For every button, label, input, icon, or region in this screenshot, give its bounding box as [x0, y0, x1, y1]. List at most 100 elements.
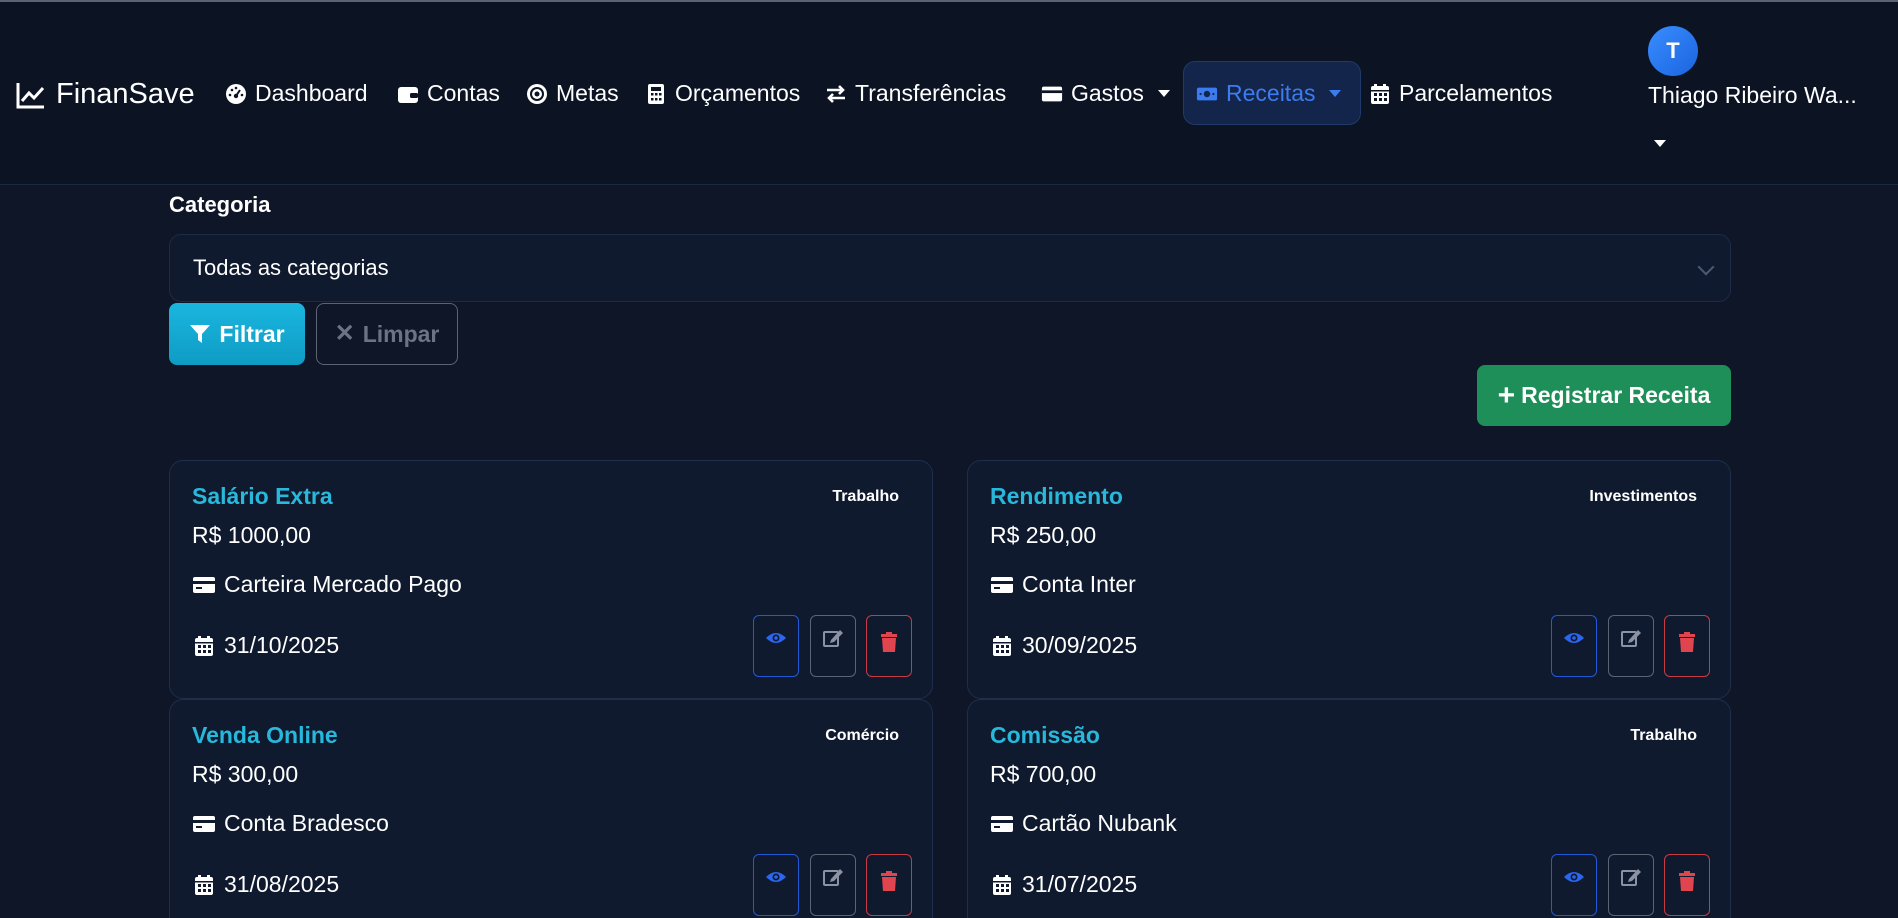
register-income-button[interactable]: + Registrar Receita [1477, 365, 1731, 426]
close-icon: ✕ [334, 320, 355, 347]
money-bill-icon [1196, 87, 1218, 100]
trash-icon [1679, 871, 1695, 891]
brand[interactable]: FinanSave [16, 78, 195, 111]
income-amount: R$ 250,00 [990, 522, 1097, 548]
date-value: 31/10/2025 [224, 632, 340, 658]
trash-icon [881, 632, 897, 652]
date-value: 30/09/2025 [1022, 632, 1138, 658]
filter-icon [190, 325, 211, 343]
delete-button[interactable] [866, 854, 912, 916]
register-button-label: Registrar Receita [1521, 382, 1711, 408]
income-title: Rendimento [990, 483, 1123, 509]
exchange-icon [827, 84, 845, 103]
category-badge: Investimentos [1589, 488, 1697, 505]
income-date: 30/09/2025 [990, 632, 1137, 659]
income-amount: R$ 700,00 [990, 761, 1097, 787]
nav-receitas[interactable]: Receitas [1196, 80, 1342, 107]
edit-icon [823, 630, 843, 647]
view-button[interactable] [1551, 854, 1597, 916]
calendar-icon [993, 874, 1011, 895]
income-amount: R$ 1000,00 [192, 522, 311, 548]
nav-gastos[interactable]: Gastos [1041, 80, 1170, 107]
date-value: 31/07/2025 [1022, 871, 1138, 897]
nav-label: Contas [427, 80, 500, 106]
nav-parcelamentos[interactable]: Parcelamentos [1369, 80, 1552, 107]
nav-label: Transferências [855, 80, 1007, 106]
target-icon [527, 83, 547, 104]
nav-label: Parcelamentos [1399, 80, 1553, 106]
category-badge: Comércio [825, 727, 899, 744]
nav-transferencias[interactable]: Transferências [825, 80, 1006, 107]
nav-label: Metas [556, 80, 619, 106]
account-name: Carteira Mercado Pago [224, 571, 462, 597]
chart-line-icon [16, 82, 45, 108]
clear-button[interactable]: ✕ Limpar [316, 303, 458, 365]
nav-label: Receitas [1226, 80, 1316, 106]
user-name[interactable]: Thiago Ribeiro Wa... [1648, 82, 1878, 109]
eye-icon [766, 872, 786, 882]
calendar-icon [195, 874, 213, 895]
category-badge: Trabalho [832, 488, 899, 505]
calendar-icon [993, 635, 1011, 656]
eye-icon [766, 633, 786, 643]
user-menu-toggle[interactable] [1654, 140, 1666, 147]
edit-icon [823, 869, 843, 886]
avatar[interactable]: T [1648, 26, 1698, 76]
view-button[interactable] [753, 854, 799, 916]
credit-card-icon [193, 815, 215, 832]
nav-label: Gastos [1071, 80, 1144, 106]
edit-icon [1621, 630, 1641, 647]
income-title: Comissão [990, 722, 1100, 748]
chevron-down-icon [1157, 90, 1170, 97]
plus-icon: + [1497, 378, 1516, 412]
delete-button[interactable] [866, 615, 912, 677]
edit-button[interactable] [1608, 615, 1654, 677]
brand-name: FinanSave [56, 78, 195, 110]
edit-button[interactable] [1608, 854, 1654, 916]
delete-button[interactable] [1664, 854, 1710, 916]
edit-icon [1621, 869, 1641, 886]
view-button[interactable] [753, 615, 799, 677]
wallet-icon [398, 86, 418, 103]
account-name: Conta Inter [1022, 571, 1136, 597]
chevron-down-icon [1697, 258, 1715, 276]
delete-button[interactable] [1664, 615, 1710, 677]
clear-button-label: Limpar [362, 320, 440, 347]
calendar-icon [195, 635, 213, 656]
income-card: Salário Extra Trabalho R$ 1000,00 Cartei… [169, 460, 933, 699]
income-title: Salário Extra [192, 483, 333, 509]
category-select[interactable]: Todas as categorias [169, 234, 1731, 302]
income-account: Carteira Mercado Pago [192, 571, 462, 598]
income-title: Venda Online [192, 722, 338, 748]
trash-icon [881, 871, 897, 891]
account-name: Cartão Nubank [1022, 810, 1177, 836]
nav-dashboard[interactable]: Dashboard [225, 80, 368, 107]
navbar: FinanSave Dashboard Contas Metas Orçamen… [0, 2, 1898, 185]
date-value: 31/08/2025 [224, 871, 340, 897]
edit-button[interactable] [810, 854, 856, 916]
credit-card-icon [991, 576, 1013, 593]
nav-metas[interactable]: Metas [526, 80, 619, 107]
income-date: 31/08/2025 [192, 871, 339, 898]
credit-card-icon [193, 576, 215, 593]
account-name: Conta Bradesco [224, 810, 389, 836]
eye-icon [1564, 633, 1584, 643]
category-badge: Trabalho [1630, 727, 1697, 744]
nav-contas[interactable]: Contas [397, 80, 500, 107]
category-select-value: Todas as categorias [193, 255, 389, 280]
income-card: Rendimento Investimentos R$ 250,00 Conta… [967, 460, 1731, 699]
gauge-icon [226, 83, 246, 104]
income-account: Cartão Nubank [990, 810, 1177, 837]
income-account: Conta Inter [990, 571, 1136, 598]
nav-label: Dashboard [255, 80, 368, 106]
edit-button[interactable] [810, 615, 856, 677]
view-button[interactable] [1551, 615, 1597, 677]
chevron-down-icon [1329, 90, 1342, 97]
nav-label: Orçamentos [675, 80, 801, 106]
income-date: 31/10/2025 [192, 632, 339, 659]
nav-orcamentos[interactable]: Orçamentos [645, 80, 800, 107]
calculator-icon [648, 83, 664, 104]
credit-card-icon [991, 815, 1013, 832]
credit-card-icon [1041, 86, 1063, 101]
filter-button[interactable]: Filtrar [169, 303, 305, 365]
